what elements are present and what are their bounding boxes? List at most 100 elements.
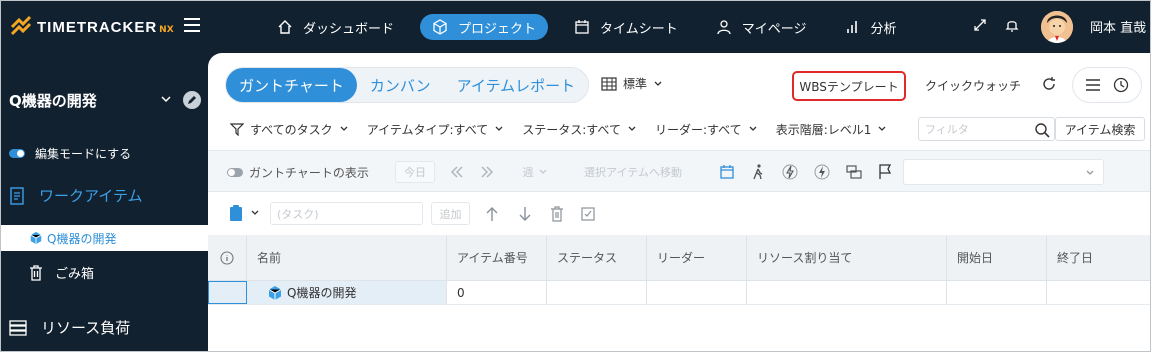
view-options-group (1072, 67, 1142, 103)
logo-icon (10, 15, 32, 36)
chevron-down-icon (1086, 170, 1094, 175)
filter-display-level-label: 表示階層:レベル1 (775, 122, 872, 137)
arrow-down-icon[interactable] (517, 205, 533, 223)
sidebar-item-project-node[interactable]: Q機器の開発 (1, 225, 208, 251)
app-frame: TIMETRACKER NX ダッシュボード プロジェクト タイムシート マイペ… (0, 0, 1151, 352)
filter-icon (230, 123, 244, 136)
top-bar: TIMETRACKER NX ダッシュボード プロジェクト タイムシート マイペ… (1, 1, 1150, 53)
quick-watch-button[interactable]: クイックウォッチ (925, 77, 1021, 94)
project-node-label: Q機器の開発 (47, 231, 117, 246)
column-header-name[interactable]: 名前 (247, 235, 447, 280)
row-end-date[interactable] (1047, 281, 1150, 304)
lightning-outline-icon[interactable] (781, 163, 799, 181)
user-name[interactable]: 岡本 直哉 (1090, 17, 1146, 36)
arrow-up-icon[interactable] (484, 205, 500, 223)
table-row[interactable]: Q機器の開発 0 (208, 281, 1150, 305)
gantt-chart-toggle[interactable]: ガントチャートの表示 (227, 164, 369, 181)
gantt-toolbar: ガントチャートの表示 今日 週 選択アイテムへ移動 (208, 150, 1150, 192)
row-name-cell[interactable]: Q機器の開発 (247, 281, 447, 304)
today-button[interactable]: 今日 (395, 161, 435, 183)
table-icon (601, 76, 617, 91)
nav-timesheet-label: タイムシート (600, 21, 678, 37)
list-menu-icon[interactable] (1085, 78, 1101, 92)
hamburger-menu-icon[interactable] (184, 18, 200, 32)
trash-label: ごみ箱 (55, 267, 95, 282)
filter-leader[interactable]: リーダー:すべて (655, 121, 758, 138)
logo[interactable]: TIMETRACKER NX (9, 15, 174, 39)
row-resource[interactable] (747, 281, 947, 304)
nav-dashboard-label: ダッシュボード (303, 21, 395, 37)
expand-icon[interactable] (971, 16, 989, 34)
calendar-icon[interactable] (718, 163, 736, 181)
info-column-header (208, 235, 247, 280)
clock-icon[interactable] (1113, 77, 1129, 93)
column-header-resource[interactable]: リソース割り当て (747, 235, 947, 280)
row-leader[interactable] (647, 281, 747, 304)
nav-project-label: プロジェクト (458, 21, 537, 37)
nav-analysis[interactable]: 分析 (833, 14, 909, 40)
toggle-switch[interactable] (227, 168, 243, 177)
row-start-date[interactable] (947, 281, 1047, 304)
lightning-icon[interactable] (813, 163, 831, 181)
work-item-grid: 名前 アイテム番号 ステータス リーダー リソース割り当て 開始日 終了日 Q機… (208, 235, 1150, 305)
wbs-template-button[interactable]: WBSテンプレート (792, 71, 906, 101)
move-to-selected-button[interactable]: 選択アイテムへ移動 (573, 161, 693, 183)
bar-chart-icon (846, 21, 857, 33)
pencil-icon[interactable] (183, 91, 201, 109)
nav-timesheet[interactable]: タイムシート (562, 14, 690, 40)
avatar[interactable] (1041, 11, 1073, 43)
tab-kanban[interactable]: カンバン (357, 68, 444, 102)
walking-person-icon[interactable] (749, 163, 767, 181)
chevron-down-icon (340, 126, 348, 131)
nav-project[interactable]: プロジェクト (420, 14, 549, 40)
sidebar-item-resource-load[interactable]: リソース負荷 (9, 317, 130, 338)
filter-display-level[interactable]: 表示階層:レベル1 (776, 121, 888, 138)
nav-mypage[interactable]: マイページ (704, 14, 819, 40)
column-header-status[interactable]: ステータス (547, 235, 647, 280)
filter-input[interactable]: フィルタ (918, 117, 1055, 141)
flag-icon[interactable] (876, 163, 894, 181)
refresh-icon[interactable] (1041, 76, 1057, 92)
row-item-number[interactable]: 0 (447, 281, 547, 304)
row-status[interactable] (547, 281, 647, 304)
gantt-option-select[interactable] (903, 159, 1104, 185)
column-header-end-date[interactable]: 終了日 (1047, 235, 1150, 280)
layout-select-label: 標準 (623, 77, 648, 91)
layers-icon[interactable] (845, 163, 863, 181)
filter-placeholder: フィルタ (925, 123, 969, 136)
chevron-down-icon (654, 81, 662, 86)
top-right-icons (971, 16, 1035, 34)
filter-bar: すべてのタスク アイテムタイプ:すべて ステータス:すべて リーダー:すべて 表… (230, 119, 905, 139)
double-chevron-left-icon[interactable] (448, 163, 466, 181)
layout-select[interactable]: 標準 (601, 75, 663, 92)
column-header-item-number[interactable]: アイテム番号 (447, 235, 547, 280)
clipboard-dropdown[interactable] (228, 204, 260, 222)
task-name-input[interactable]: (タスク) (270, 202, 423, 225)
search-icon[interactable] (1034, 122, 1050, 138)
checkbox-icon[interactable] (580, 205, 596, 223)
column-header-leader[interactable]: リーダー (647, 235, 747, 280)
column-header-start-date[interactable]: 開始日 (947, 235, 1047, 280)
filter-leader-label: リーダー:すべて (654, 122, 742, 137)
tab-gantt[interactable]: ガントチャート (226, 68, 357, 102)
item-search-button[interactable]: アイテム検索 (1055, 117, 1145, 141)
row-selector[interactable] (208, 281, 247, 304)
chevron-down-icon[interactable] (160, 93, 172, 105)
nav-dashboard[interactable]: ダッシュボード (265, 14, 406, 40)
double-chevron-right-icon[interactable] (478, 163, 496, 181)
toggle-switch[interactable] (9, 149, 25, 158)
add-button[interactable]: 追加 (431, 202, 470, 225)
avatar-image (1041, 11, 1073, 43)
trash-icon[interactable] (549, 205, 565, 223)
filter-all-tasks[interactable]: すべてのタスク (230, 121, 349, 138)
filter-item-type[interactable]: アイテムタイプ:すべて (367, 121, 505, 138)
sidebar-item-work-items[interactable]: ワークアイテム (9, 185, 143, 206)
gantt-toggle-label: ガントチャートの表示 (249, 166, 369, 180)
chevron-down-icon (251, 210, 259, 215)
week-select[interactable]: 週 (513, 161, 557, 183)
bell-icon[interactable] (1003, 16, 1021, 34)
sidebar-item-trash[interactable]: ごみ箱 (29, 263, 94, 282)
edit-mode-toggle[interactable]: 編集モードにする (9, 145, 131, 162)
filter-status[interactable]: ステータス:すべて (522, 121, 637, 138)
tab-item-report[interactable]: アイテムレポート (444, 68, 589, 102)
